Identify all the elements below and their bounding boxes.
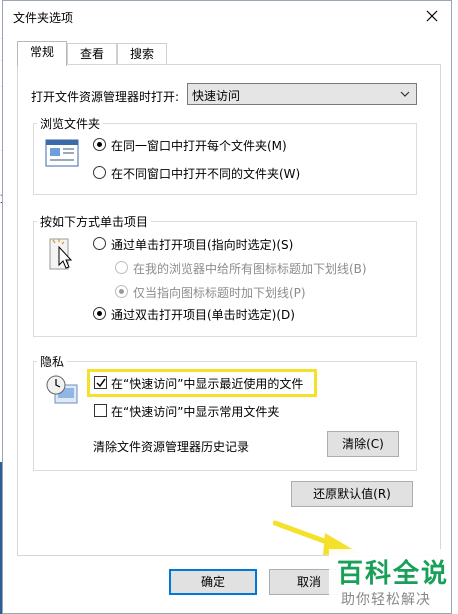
checkbox-frequent-folders[interactable] <box>94 404 107 417</box>
watermark-title: 百科全说 <box>337 559 450 589</box>
browse-folders-group <box>33 123 417 195</box>
close-icon <box>426 10 438 22</box>
close-button[interactable] <box>419 3 445 29</box>
folder-window-icon <box>45 139 79 167</box>
radio-double-click-label: 通过双击打开项目(单击时选定)(D) <box>111 308 295 322</box>
radio-underline-all-label: 在我的浏览器中给所有图标标题加下划线(B) <box>133 262 367 276</box>
watermark: 百科全说 助你轻松解决 <box>329 549 451 611</box>
radio-underline-hover <box>115 285 128 298</box>
tab-general[interactable]: 常规 <box>17 41 67 66</box>
clear-history-label: 清除文件资源管理器历史记录 <box>93 440 250 454</box>
clear-button[interactable]: 清除(C) <box>327 431 399 457</box>
open-explorer-select[interactable]: 快速访问 <box>187 83 417 105</box>
title-bar: 文件夹选项 <box>3 1 451 31</box>
radio-new-window[interactable] <box>93 166 106 179</box>
yellow-highlight-box <box>87 369 317 397</box>
privacy-title: 隐私 <box>37 353 68 370</box>
radio-underline-all <box>115 261 128 274</box>
radio-underline-hover-label: 仅当指向图标标题时加下划线(P) <box>133 286 306 300</box>
window-title: 文件夹选项 <box>13 11 74 25</box>
click-items-title: 按如下方式单击项目 <box>37 213 152 230</box>
browse-folders-title: 浏览文件夹 <box>37 115 104 132</box>
click-cursor-icon <box>49 238 73 270</box>
tab-view[interactable]: 查看 <box>67 43 117 65</box>
radio-single-click[interactable] <box>93 237 106 250</box>
radio-single-click-label: 通过单击打开项目(指向时选定)(S) <box>111 238 294 252</box>
privacy-clock-icon <box>46 375 78 404</box>
restore-defaults-button[interactable]: 还原默认值(R) <box>291 481 413 507</box>
checkbox-frequent-folders-label: 在“快速访问”中显示常用文件夹 <box>111 405 280 419</box>
radio-same-window[interactable] <box>93 138 106 151</box>
open-explorer-value: 快速访问 <box>192 89 241 103</box>
open-explorer-label: 打开文件资源管理器时打开: <box>31 90 180 104</box>
radio-double-click[interactable] <box>93 307 106 320</box>
radio-same-window-label: 在同一窗口中打开每个文件夹(M) <box>111 139 287 153</box>
folder-options-dialog: 文件夹选项 常规 查看 搜索 打开文件资源管理器时打开: 快速访问 浏览文件夹 … <box>2 0 452 614</box>
radio-new-window-label: 在不同窗口中打开不同的文件夹(W) <box>111 167 301 181</box>
watermark-subtitle: 助你轻松解决 <box>341 592 431 608</box>
tab-search[interactable]: 搜索 <box>117 43 167 65</box>
ok-button[interactable]: 确定 <box>169 569 257 595</box>
chevron-down-icon <box>400 91 410 97</box>
